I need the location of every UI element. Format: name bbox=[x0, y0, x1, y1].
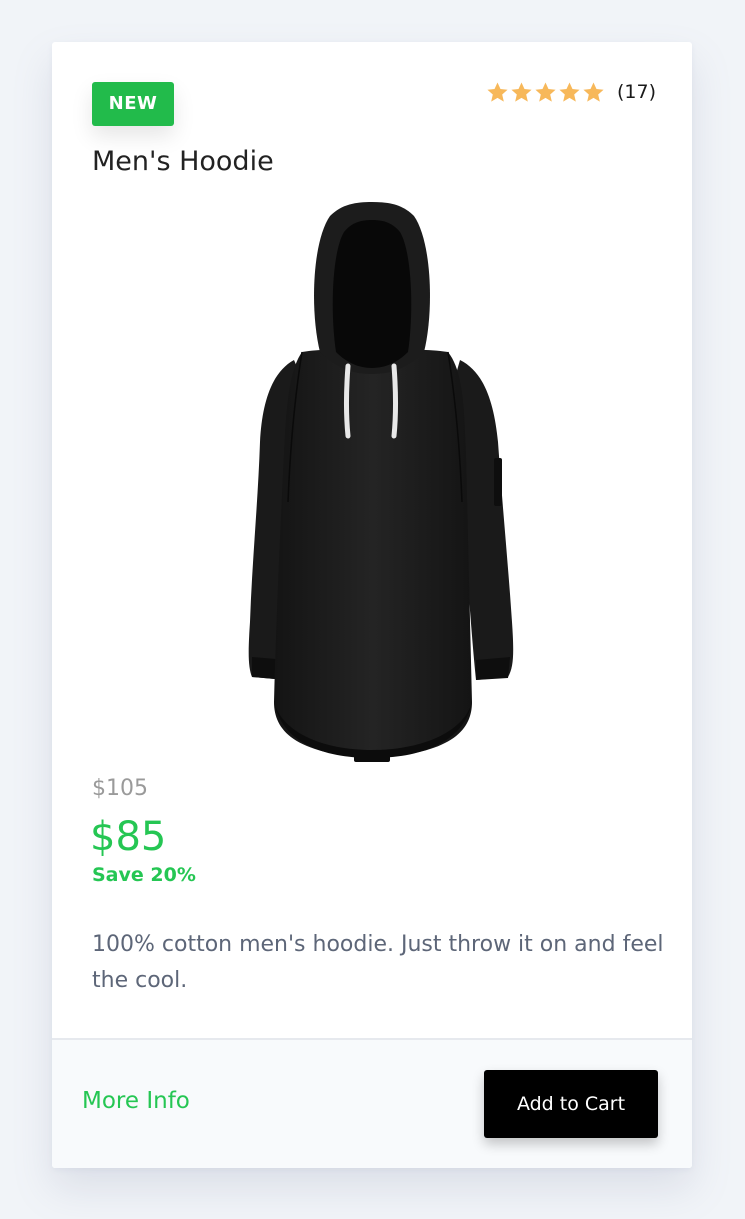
hoodie-image bbox=[248, 202, 514, 762]
savings-label: Save 20% bbox=[92, 864, 196, 886]
star-icon bbox=[511, 81, 532, 102]
product-description: 100% cotton men's hoodie. Just throw it … bbox=[92, 932, 664, 993]
star-icon bbox=[583, 81, 604, 102]
card-footer: More Info Add to Cart bbox=[52, 1038, 692, 1168]
original-price: $105 bbox=[92, 776, 148, 801]
rating-count: (17) bbox=[616, 81, 656, 103]
star-icon bbox=[559, 81, 580, 102]
star-icon bbox=[535, 81, 556, 102]
add-to-cart-button[interactable]: Add to Cart bbox=[484, 1070, 658, 1138]
rating: (17) bbox=[486, 78, 656, 106]
new-badge: NEW bbox=[92, 82, 174, 126]
sale-price: $85 bbox=[90, 814, 167, 860]
star-icon bbox=[487, 81, 508, 102]
product-title: Men's Hoodie bbox=[92, 146, 274, 177]
product-card: NEW (17) Men's Hoodie $105 $85 Save 20% … bbox=[52, 42, 692, 1168]
star-rating bbox=[486, 81, 605, 104]
more-info-link[interactable]: More Info bbox=[82, 1088, 190, 1114]
